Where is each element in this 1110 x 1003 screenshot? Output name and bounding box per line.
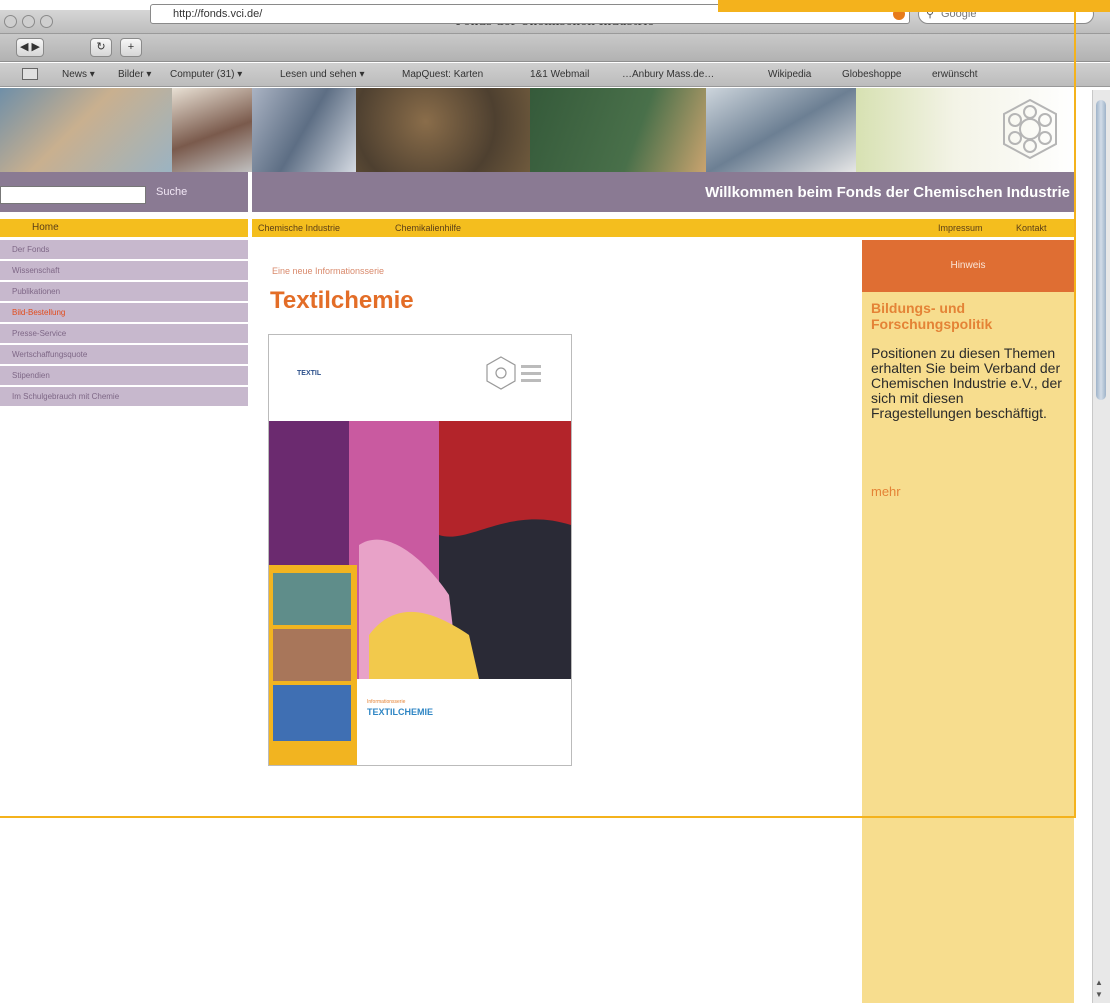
bookmark-webmail[interactable]: 1&1 Webmail xyxy=(530,69,589,80)
info-heading: Bildungs- und Forschungspolitik xyxy=(871,300,993,332)
info-body: Positionen zu diesen Themen erhalten Sie… xyxy=(871,345,1062,421)
search-button[interactable]: Suche xyxy=(156,186,187,198)
sidebar-item-stipendien[interactable]: Stipendien xyxy=(0,366,248,385)
nav-kontakt[interactable]: Kontakt xyxy=(1016,223,1047,233)
sidebar-item-der-fonds[interactable]: Der Fonds xyxy=(0,240,248,259)
bookmark-lesen[interactable]: Lesen und sehen ▾ xyxy=(280,69,365,80)
overlay-frame-bottom xyxy=(0,816,1076,818)
welcome-text: Willkommen beim Fonds der Chemischen Ind… xyxy=(705,184,1070,201)
nav-home-link[interactable]: Home xyxy=(32,222,59,233)
scroll-down-arrow-icon[interactable]: ▼ xyxy=(1095,990,1103,999)
bookmark-computer[interactable]: Computer (31) ▾ xyxy=(170,69,242,80)
nav-chemikalienhilfe[interactable]: Chemikalienhilfe xyxy=(395,223,461,233)
nav-chemische-industrie[interactable]: Chemische Industrie xyxy=(258,223,340,233)
banner-photo-equipment xyxy=(252,88,356,172)
bookmarks-bar: News ▾ Bilder ▾ Computer (31) ▾ Lesen un… xyxy=(0,63,1110,87)
banner-photo-students xyxy=(706,88,856,172)
scroll-up-arrow-icon[interactable]: ▲ xyxy=(1095,978,1103,987)
bookmark-erwuenscht[interactable]: erwünscht xyxy=(932,69,978,80)
sidebar-item-presse-service[interactable]: Presse-Service xyxy=(0,324,248,343)
bookmarks-book-icon[interactable] xyxy=(22,68,38,80)
sidebar-menu: Der Fonds Wissenschaft Publikationen Bil… xyxy=(0,240,248,408)
bookmark-anbury[interactable]: …Anbury Mass.de… xyxy=(622,69,714,80)
cover-title: TEXTILCHEMIE xyxy=(367,707,433,717)
bookmark-globeshoppe[interactable]: Globeshoppe xyxy=(842,69,902,80)
sidebar-item-publikationen[interactable]: Publikationen xyxy=(0,282,248,301)
overlay-frame-right xyxy=(1074,12,1076,818)
page-title: Textilchemie xyxy=(270,287,414,314)
nav-impressum[interactable]: Impressum xyxy=(938,223,983,233)
back-button[interactable]: ◀ ▶ xyxy=(16,38,44,57)
sidebar-item-bild-bestellung[interactable]: Bild-Bestellung xyxy=(0,303,248,322)
fonds-logo[interactable] xyxy=(990,92,1070,168)
banner-photo-chalkboard xyxy=(530,88,706,172)
brochure-cover-image[interactable]: TEXTIL Informationsserie TEXTILCHEMIE xyxy=(268,334,572,766)
banner-photo-granules xyxy=(356,88,530,172)
bookmark-news[interactable]: News ▾ xyxy=(62,69,95,80)
sidebar-item-schulgebrauch[interactable]: Im Schulgebrauch mit Chemie xyxy=(0,387,248,406)
cover-brand: TEXTIL xyxy=(297,370,322,377)
sidebar-item-wissenschaft[interactable]: Wissenschaft xyxy=(0,261,248,280)
site-search-input[interactable] xyxy=(0,186,146,204)
cover-series-label: Informationsserie xyxy=(367,699,406,705)
overlay-frame-top xyxy=(718,0,1110,12)
bookmark-mapquest[interactable]: MapQuest: Karten xyxy=(402,69,483,80)
headline-kicker: Eine neue Informationsserie xyxy=(272,266,385,276)
banner-photo-scientist xyxy=(172,88,252,172)
add-bookmark-button[interactable]: + xyxy=(120,38,142,57)
reload-button[interactable]: ↻ xyxy=(90,38,112,57)
scrollbar-thumb[interactable] xyxy=(1096,100,1106,400)
sidebar-item-wertschaffungsquote[interactable]: Wertschaffungsquote xyxy=(0,345,248,364)
bookmark-bilder[interactable]: Bilder ▾ xyxy=(118,69,151,80)
header-banner xyxy=(0,88,1075,172)
more-link[interactable]: mehr xyxy=(871,484,901,499)
hinweis-header: Hinweis xyxy=(862,240,1074,292)
browser-toolbar: ◀ ▶ ↻ + xyxy=(0,34,1110,62)
banner-photo-lab-woman xyxy=(0,88,172,172)
bookmark-wikipedia[interactable]: Wikipedia xyxy=(768,69,811,80)
